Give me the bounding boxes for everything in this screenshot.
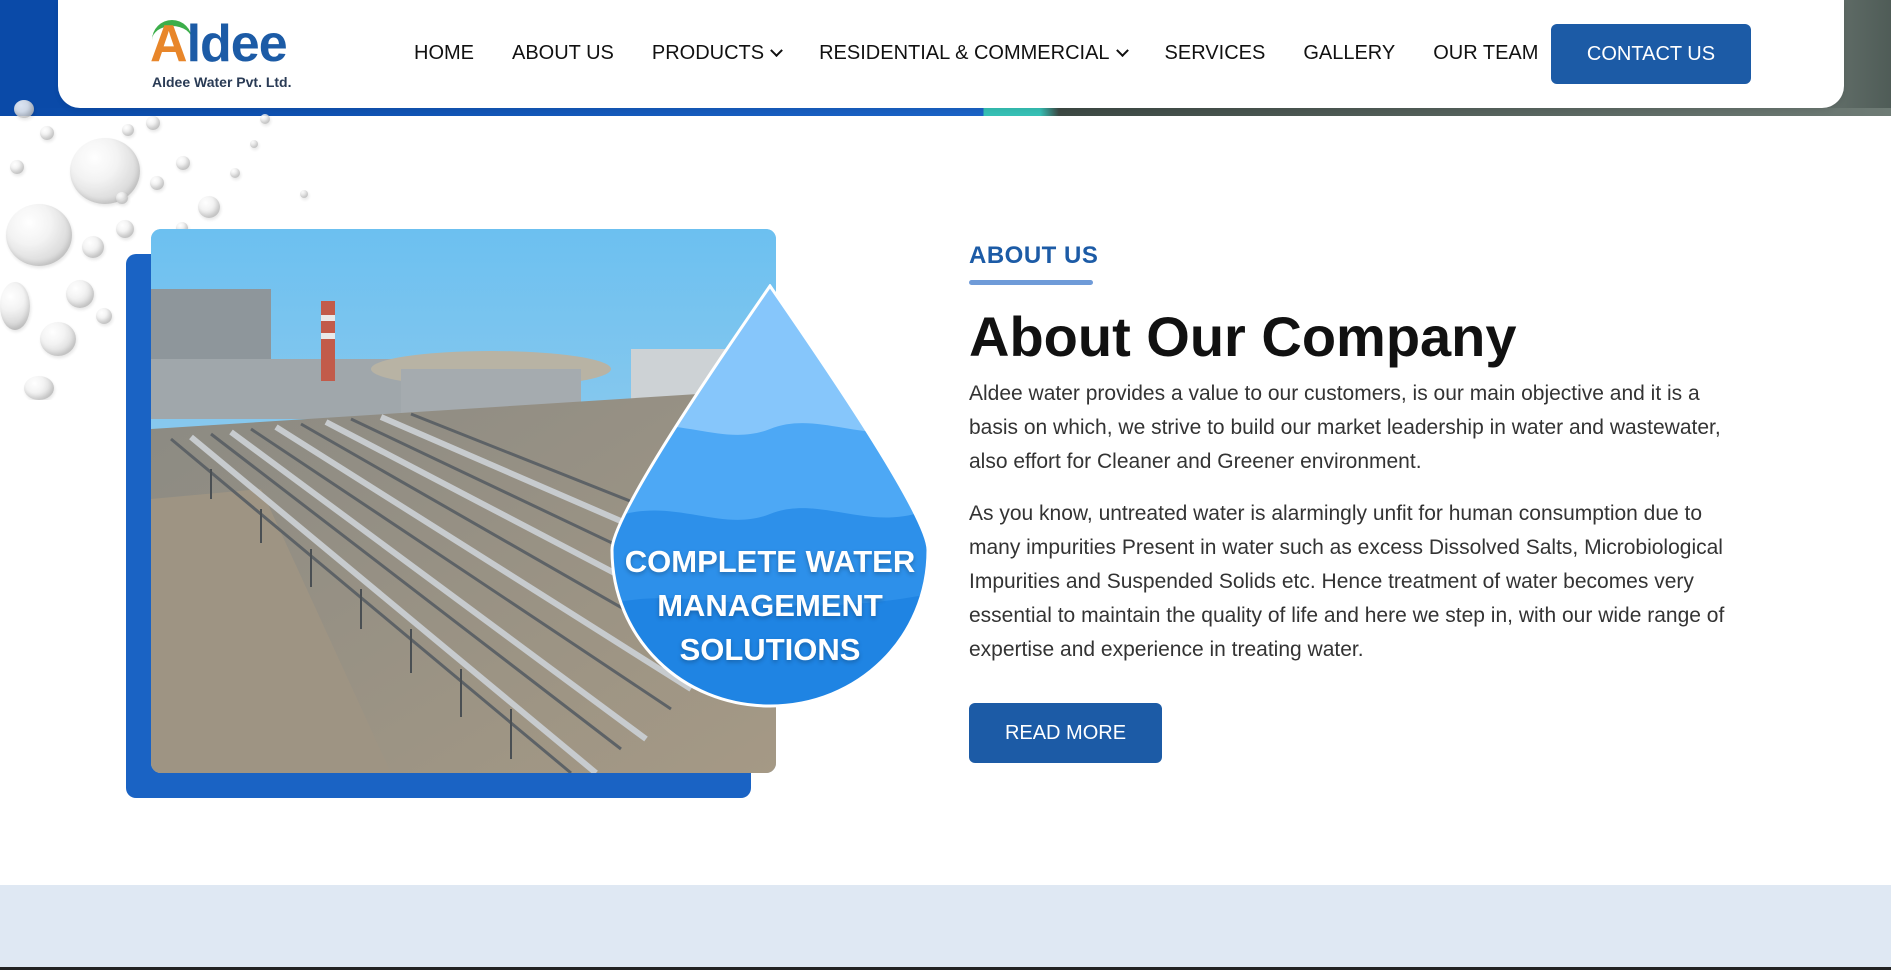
section-eyebrow: ABOUT US [969,242,1099,269]
nav-label: HOME [414,42,474,64]
nav-label: RESIDENTIAL & COMMERCIAL [819,42,1110,64]
water-drop [24,376,54,400]
read-more-button[interactable]: READ MORE [969,703,1162,763]
nav-label: PRODUCTS [651,42,765,64]
nav-about-us[interactable]: ABOUT US [512,42,614,65]
water-drop [82,236,104,258]
water-drop [0,282,30,330]
logo-wordmark: Aldee [150,15,288,73]
chevron-down-icon [1115,44,1129,58]
nav-label: GALLERY [1303,42,1396,64]
water-drop [250,140,258,148]
nav-label: OUR TEAM [1433,42,1539,64]
water-drop [70,138,140,204]
water-drop [96,308,112,324]
eyebrow-underline [969,280,1093,285]
water-drop [6,204,72,266]
page: Aldee Aldee Water Pvt. Ltd. HOME ABOUT U… [0,0,1891,970]
water-drop [116,220,134,238]
nav-our-team[interactable]: OUR TEAM [1433,42,1538,65]
nav-residential-commercial[interactable]: RESIDENTIAL & COMMERCIAL [819,42,1129,65]
logo-subtitle: Aldee Water Pvt. Ltd. [152,74,292,90]
water-drop [122,124,134,136]
water-drop [230,168,240,178]
about-paragraph-2: As you know, untreated water is alarming… [969,502,1725,661]
water-drop [40,322,76,356]
about-paragraph-1: Aldee water provides a value to our cust… [969,382,1721,473]
next-section-band [0,885,1891,970]
water-drop [176,156,190,170]
chevron-down-icon [770,44,783,58]
contact-us-button[interactable]: CONTACT US [1551,24,1751,84]
logo[interactable]: Aldee Aldee Water Pvt. Ltd. [150,16,320,96]
nav-home[interactable]: HOME [414,42,474,65]
nav-label: SERVICES [1164,42,1266,64]
drop-badge-line: SOLUTIONS [679,632,861,667]
nav-services[interactable]: SERVICES [1165,42,1266,65]
nav-label: ABOUT US [512,42,614,64]
water-drop [260,114,270,124]
water-drop [150,176,164,190]
drop-badge-line: MANAGEMENT [657,588,883,623]
water-drop [116,192,128,204]
water-drop [300,190,308,198]
water-drop [66,280,94,308]
logo-letters: ldee [186,15,288,73]
drop-badge-line: COMPLETE WATER [624,544,916,579]
section-title: About Our Company [969,305,1517,368]
water-drop [40,126,54,140]
main-nav: HOME ABOUT US PRODUCTS RESIDENTIAL & COM… [414,42,1576,65]
water-drop [146,116,160,130]
nav-products[interactable]: PRODUCTS [651,42,783,65]
water-drop [198,196,220,218]
nav-gallery[interactable]: GALLERY [1303,42,1395,65]
drop-badge-text: COMPLETE WATER MANAGEMENT SOLUTIONS [620,540,920,672]
site-header: Aldee Aldee Water Pvt. Ltd. HOME ABOUT U… [58,0,1844,108]
water-drop [14,100,34,118]
water-drop [10,160,24,174]
logo-letter-a: A [150,15,188,73]
